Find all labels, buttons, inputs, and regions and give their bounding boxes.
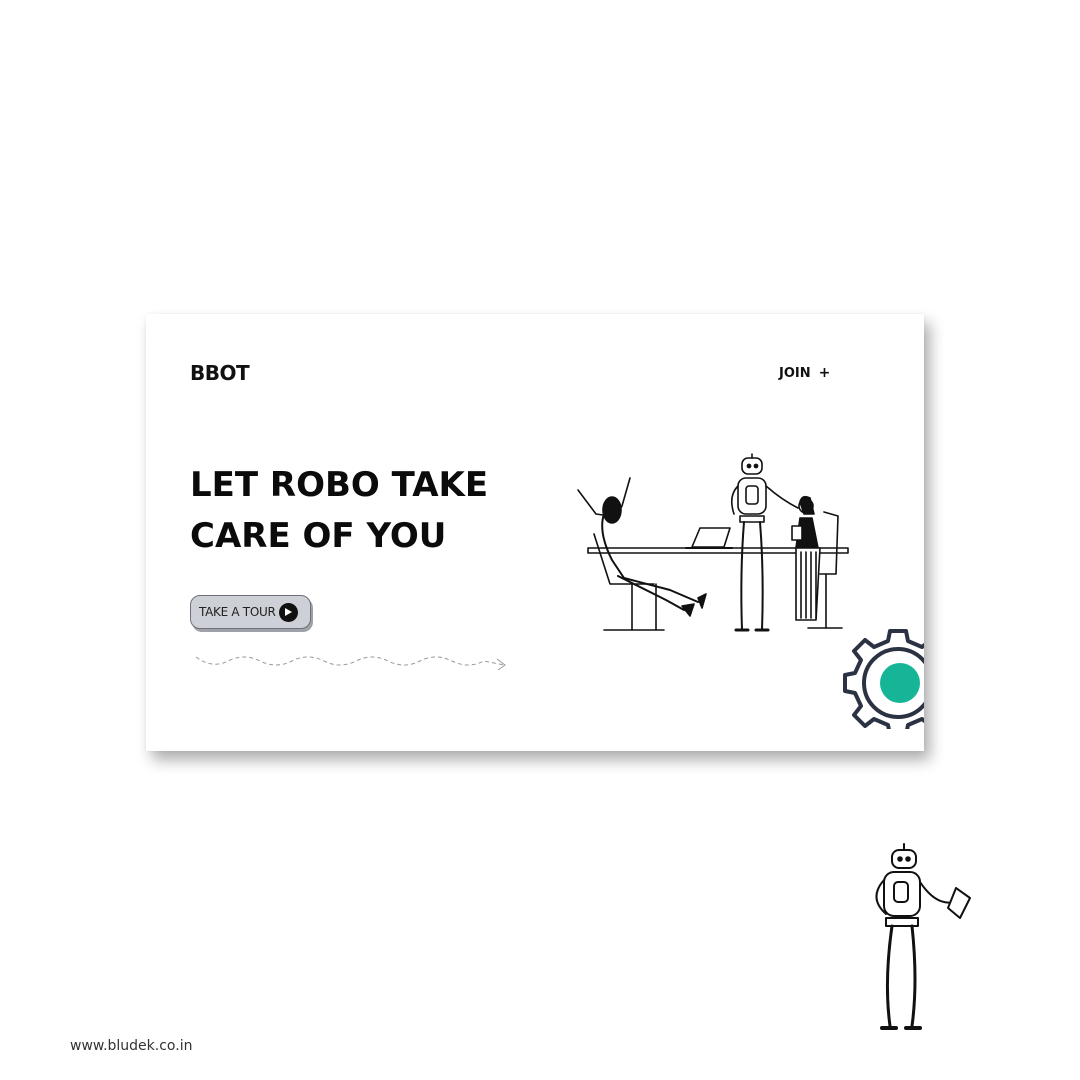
hero-headline: LET ROBO TAKE CARE OF YOU [190,460,550,562]
website-url[interactable]: www.bludek.co.in [70,1038,192,1054]
headline-line-1: LET ROBO TAKE [190,465,489,505]
play-icon [279,602,298,622]
plus-icon: + [818,365,831,381]
take-a-tour-button[interactable]: TAKE A TOUR [190,595,311,629]
standing-robot-illustration [875,843,971,1030]
headline-line-2: CARE OF YOU [190,516,447,556]
join-label: JOIN [779,365,811,381]
take-a-tour-label: TAKE A TOUR [199,605,276,619]
office-robot-illustration [577,453,849,632]
poster: BBOT JOIN + LET ROBO TAKE CARE OF YOU TA… [0,0,1080,1080]
dashed-arrow-decoration [195,656,506,671]
gear-icon [843,629,924,729]
website-mockup: BBOT JOIN + LET ROBO TAKE CARE OF YOU TA… [146,314,924,751]
brand-logo[interactable]: BBOT [190,361,250,385]
join-button[interactable]: JOIN + [779,365,830,381]
